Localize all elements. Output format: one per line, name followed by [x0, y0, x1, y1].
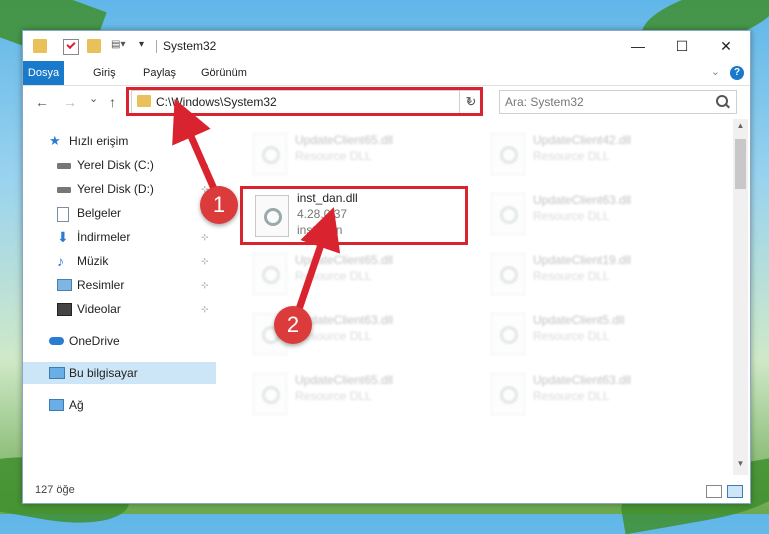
step-1-badge: 1	[200, 186, 238, 224]
arrow-to-file	[292, 207, 341, 320]
step-2-badge: 2	[274, 306, 312, 344]
annotation-arrows	[172, 98, 341, 320]
